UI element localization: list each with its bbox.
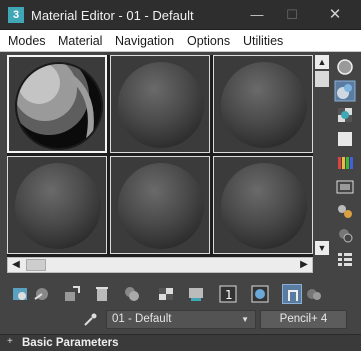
put-to-scene-icon[interactable] [32,284,52,304]
sample-type-icon[interactable] [334,56,356,78]
reset-map-icon[interactable] [92,284,112,304]
get-material-icon[interactable] [10,284,30,304]
menu-modes[interactable]: Modes [8,34,46,48]
assign-to-selection-icon[interactable] [62,284,82,304]
material-type-button[interactable]: Pencil+ 4 [260,310,347,329]
video-color-check-icon[interactable] [334,152,356,174]
basic-parameters-rollout[interactable]: + Basic Parameters [0,334,361,351]
title-bar: 3 Material Editor - 01 - Default — ☐ ✕ [0,0,361,30]
rollout-toggle-icon[interactable]: + [7,336,13,347]
scroll-down-icon[interactable]: ▼ [315,241,329,255]
sample-slot-1[interactable] [7,55,107,153]
sample-slot-3[interactable] [213,55,313,153]
show-end-result-icon[interactable] [250,284,270,304]
show-shaded-material-icon[interactable]: 1 [218,284,238,304]
material-id-channel-icon[interactable] [186,284,206,304]
scroll-right-icon[interactable]: ▶ [297,258,311,272]
material-name-value: 01 - Default [112,313,172,325]
material-map-navigator-icon[interactable] [334,248,356,270]
sample-slots-grid [7,55,313,257]
backlight-icon[interactable] [334,80,356,102]
go-forward-to-sibling-icon[interactable] [304,284,324,304]
menu-options[interactable]: Options [187,34,230,48]
material-name-row: 01 - Default ▼ Pencil+ 4 [0,308,361,332]
go-to-parent-icon[interactable] [282,284,302,304]
background-icon[interactable] [334,104,356,126]
scroll-left-icon[interactable]: ◀ [9,258,23,272]
horizontal-scroll-thumb[interactable] [26,259,46,271]
svg-text:1: 1 [225,288,233,302]
menu-material[interactable]: Material [58,34,102,48]
menu-utilities[interactable]: Utilities [243,34,283,48]
options-icon[interactable] [334,200,356,222]
close-button[interactable]: ✕ [318,0,352,30]
put-to-library-icon[interactable] [156,284,176,304]
select-by-material-icon[interactable] [334,224,356,246]
scroll-up-icon[interactable]: ▲ [315,55,329,69]
maximize-button[interactable]: ☐ [275,0,309,30]
material-name-select[interactable]: 01 - Default ▼ [106,310,256,329]
sample-slot-4[interactable] [7,156,107,254]
menu-navigation[interactable]: Navigation [115,34,174,48]
minimize-button[interactable]: — [240,0,274,30]
bottom-toolbar: 1 [0,280,361,308]
vertical-scroll-thumb[interactable] [315,71,329,87]
make-preview-icon[interactable] [334,176,356,198]
sample-slot-6[interactable] [213,156,313,254]
eyedropper-icon[interactable] [82,312,98,328]
horizontal-scrollbar[interactable]: ◀ ▶ [7,257,313,273]
app-icon: 3 [8,7,24,23]
chevron-down-icon: ▼ [241,315,249,324]
menu-bar: Modes Material Navigation Options Utilit… [0,30,361,52]
window-title: Material Editor - 01 - Default [31,8,194,23]
sample-slot-2[interactable] [110,55,210,153]
tiling-icon[interactable] [334,128,356,150]
rollout-label: Basic Parameters [22,337,119,349]
make-unique-icon[interactable] [122,284,142,304]
vertical-scrollbar[interactable]: ▲ ▼ [314,55,330,255]
sample-slot-5[interactable] [110,156,210,254]
